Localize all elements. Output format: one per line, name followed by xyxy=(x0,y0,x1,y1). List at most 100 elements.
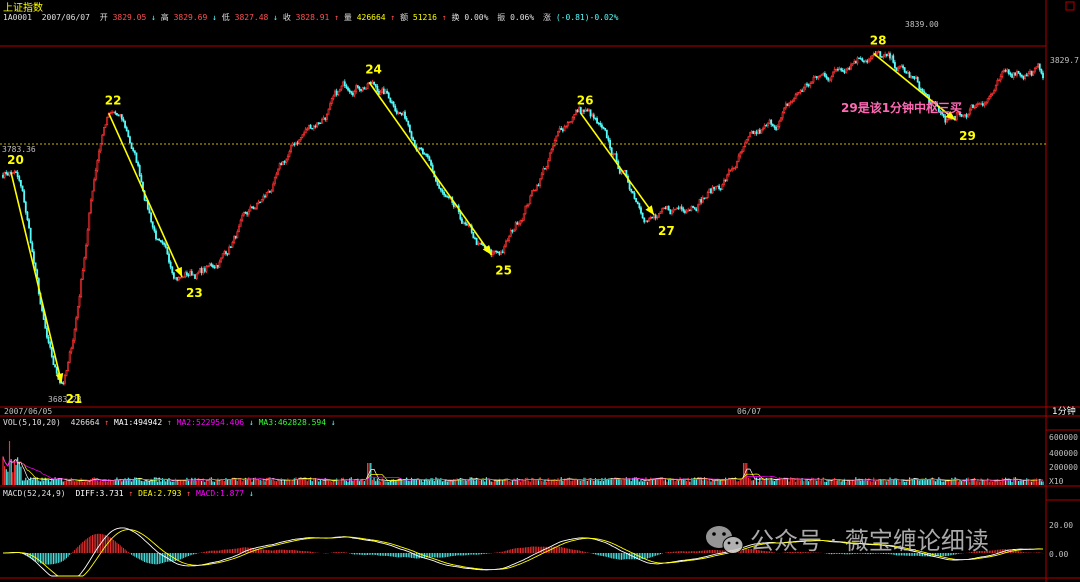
volume-bar xyxy=(642,481,644,485)
volume-bar xyxy=(116,477,118,485)
volume-bar xyxy=(295,477,297,485)
candle-body xyxy=(1030,70,1033,76)
candle-body xyxy=(563,126,566,132)
candle-body xyxy=(421,148,424,154)
candle-body xyxy=(337,90,340,96)
volume-bar xyxy=(897,479,899,485)
candle-body xyxy=(524,205,527,215)
candle-body xyxy=(994,84,997,91)
volume-bar xyxy=(153,477,155,485)
candle-body xyxy=(561,129,564,132)
volume-bar xyxy=(327,480,330,485)
candle-body xyxy=(303,132,306,136)
candle-body xyxy=(827,77,830,81)
macd-tick-20: 20.00 xyxy=(1049,521,1073,530)
candle-body xyxy=(672,208,675,212)
candle-body xyxy=(900,65,903,68)
volume-bar xyxy=(583,477,585,485)
candle-body xyxy=(55,366,58,374)
candle-body xyxy=(132,148,135,152)
volume-bar xyxy=(959,479,961,485)
candle-body xyxy=(395,110,398,114)
volume-bar xyxy=(209,477,211,485)
candle-body xyxy=(820,73,823,76)
candle-body xyxy=(522,213,525,221)
candle-body xyxy=(1027,73,1030,77)
volume-bar xyxy=(380,481,382,485)
volume-bar xyxy=(663,480,665,485)
candle-body xyxy=(669,209,672,215)
candle-body xyxy=(667,205,670,211)
macd-name: MACD(52,24,9) xyxy=(3,489,66,498)
volume-bar xyxy=(173,481,175,485)
candle-body xyxy=(539,178,542,187)
candle-body xyxy=(920,88,922,91)
candle-body xyxy=(876,51,878,55)
candle-body xyxy=(508,235,511,241)
candle-body xyxy=(268,191,271,193)
candle-body xyxy=(496,251,499,253)
volume-bar xyxy=(536,480,538,485)
volume-bar xyxy=(990,480,992,485)
candle-body xyxy=(553,140,556,147)
candle-body xyxy=(111,111,113,114)
volume-bar xyxy=(975,481,977,485)
candle-body xyxy=(703,197,706,200)
macd-tick-0: 0.00 xyxy=(1049,550,1068,559)
candle-body xyxy=(221,253,224,259)
corner-box[interactable] xyxy=(1065,1,1075,11)
candle-body xyxy=(724,179,727,182)
volume-bar xyxy=(38,480,40,485)
close-value: 3828.91 xyxy=(296,13,330,22)
volume-bar xyxy=(448,481,450,485)
volume-bar xyxy=(467,479,470,485)
pivot-label: 27 xyxy=(658,224,675,238)
candle-body xyxy=(291,143,294,146)
volume-bar xyxy=(671,479,673,485)
candle-body xyxy=(169,261,172,268)
candle-body xyxy=(544,168,546,170)
volume-bar xyxy=(837,480,839,485)
candle-body xyxy=(680,206,683,210)
candle-body xyxy=(863,60,865,63)
candle-body xyxy=(644,220,647,223)
volume-bar xyxy=(352,480,354,485)
vol-value: 426664 xyxy=(71,418,100,427)
volume-bar xyxy=(562,480,564,485)
candle-body xyxy=(503,245,506,253)
candle-body xyxy=(906,72,909,74)
volume-bar xyxy=(350,477,352,485)
candle-body xyxy=(239,219,242,227)
volume-bar xyxy=(795,481,797,485)
candle-body xyxy=(807,84,810,87)
candle-body xyxy=(518,223,520,225)
volume-bar xyxy=(318,481,320,485)
vol-ma2: MA2:522954.406 xyxy=(177,418,245,427)
candle-body xyxy=(249,206,252,212)
candle-body xyxy=(529,195,532,205)
candle-body xyxy=(630,188,633,192)
volume-bar xyxy=(552,480,554,485)
volume-bar xyxy=(695,478,697,485)
candle-body xyxy=(867,59,870,63)
candle-body xyxy=(750,130,753,133)
volume-bar xyxy=(1008,480,1010,485)
candle-body xyxy=(335,90,338,96)
volume-bar xyxy=(646,481,649,485)
amount-value: 51216 xyxy=(413,13,437,22)
volume-bar xyxy=(891,479,893,485)
candle-body xyxy=(713,186,716,190)
candle-body xyxy=(418,147,421,149)
volume-bar xyxy=(991,481,994,485)
candle-body xyxy=(207,265,209,267)
volume-bar xyxy=(145,480,147,485)
candle-body xyxy=(386,90,389,94)
pivot-label: 28 xyxy=(870,34,887,48)
candle-body xyxy=(981,103,984,106)
candle-body xyxy=(81,270,84,280)
candle-body xyxy=(885,53,888,56)
candle-body xyxy=(265,192,268,197)
volume-bar xyxy=(1013,477,1015,485)
candle-body xyxy=(366,83,369,90)
volume-bar xyxy=(170,481,172,485)
